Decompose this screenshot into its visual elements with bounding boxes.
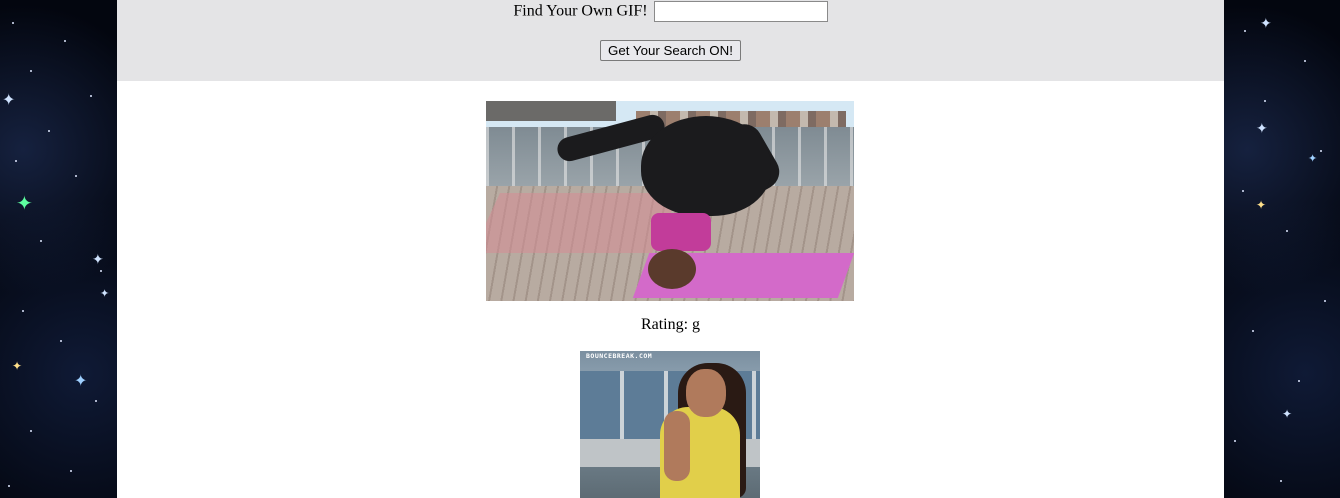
gif-rating: Rating: g [640,316,701,333]
sparkle-icon: ✦ [1260,16,1272,32]
sparkle-icon: ✦ [100,287,110,300]
search-header: Find Your Own GIF! Get Your Search ON! [117,0,1224,81]
search-label: Find Your Own GIF! [513,2,648,20]
sparkle-icon: ✦ [12,359,23,373]
sparkle-icon: ✦ [2,90,16,109]
sparkle-icon: ✦ [1256,198,1267,212]
page-content: Find Your Own GIF! Get Your Search ON! R… [117,0,1224,498]
search-button[interactable]: Get Your Search ON! [600,40,741,61]
sparkle-icon: ✦ [1256,121,1268,137]
search-input[interactable] [653,1,828,22]
starfield-background-left: ✦ ✦ ✦ ✦ ✦ ✦ [0,0,117,498]
sparkle-icon: ✦ [92,252,104,268]
gif-watermark: BOUNCEBREAK.COM [586,352,653,360]
starfield-background-right: ✦ ✦ ✦ ✦ ✦ [1224,0,1340,498]
gif-result-image [486,101,854,301]
search-row: Find Your Own GIF! [117,1,1224,22]
sparkle-icon: ✦ [16,191,33,215]
gif-result-image: BOUNCEBREAK.COM [580,351,760,498]
sparkle-icon: ✦ [1282,407,1293,421]
sparkle-icon: ✦ [1308,152,1318,165]
sparkle-icon: ✦ [74,371,88,390]
